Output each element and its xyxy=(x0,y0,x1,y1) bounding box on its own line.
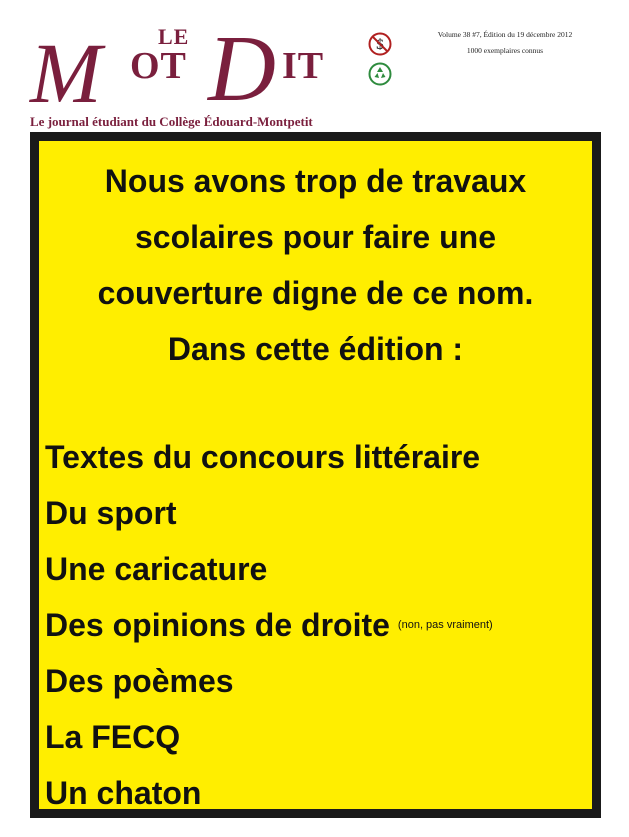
contents-item-text: Du sport xyxy=(45,495,177,531)
contents-item: Textes du concours littéraire xyxy=(45,429,595,485)
contents-item: La FECQ xyxy=(45,709,595,765)
contents-item-text: Des opinions de droite xyxy=(45,607,390,643)
contents-item-text: Textes du concours littéraire xyxy=(45,439,481,475)
dollar-circle-icon: $ xyxy=(368,32,392,56)
masthead: LE M OT D IT Le journal étudiant du Coll… xyxy=(0,0,629,134)
tagline: Le journal étudiant du Collège Édouard-M… xyxy=(30,114,313,129)
contents-item-note: (non, pas vraiment) xyxy=(397,619,493,631)
intro-line: Dans cette édition : xyxy=(167,331,464,367)
logo-it: IT xyxy=(282,45,325,87)
contents-item-text: Des poèmes xyxy=(45,663,234,699)
contents-item: Une caricature xyxy=(45,541,595,597)
newspaper-cover: LE M OT D IT Le journal étudiant du Coll… xyxy=(0,0,629,837)
contents-item: Des opinions de droite (non, pas vraiment… xyxy=(45,597,595,653)
logo-m: M xyxy=(30,25,102,121)
recycle-icon xyxy=(368,62,392,86)
copies-line: 1000 exemplaires connus xyxy=(466,46,544,55)
le-mot-dit-logo: LE M OT D IT xyxy=(30,22,370,117)
edition-info: Volume 38 #7, Édition du 19 décembre 201… xyxy=(410,30,600,55)
edition-line: Volume 38 #7, Édition du 19 décembre 201… xyxy=(437,30,573,39)
contents-item: Un chaton xyxy=(45,765,595,821)
cover-panel: Nous avons trop de travaux scolaires pou… xyxy=(30,132,601,818)
intro-line: scolaires pour faire une xyxy=(134,219,496,255)
intro-line: Nous avons trop de travaux xyxy=(104,163,527,199)
contents-item: Du sport xyxy=(45,485,595,541)
logo-d: D xyxy=(208,17,276,121)
contents-item: Des poèmes xyxy=(45,653,595,709)
contents-item-text: Une caricature xyxy=(45,551,268,587)
logo-ot: OT xyxy=(130,45,187,87)
cover-intro: Nous avons trop de travaux scolaires pou… xyxy=(39,153,592,377)
intro-line: couverture digne de ce nom. xyxy=(97,275,534,311)
contents-item-text: Un chaton xyxy=(45,775,202,811)
contents-item-text: La FECQ xyxy=(45,719,181,755)
contents-list: Textes du concours littéraire Du sport U… xyxy=(45,429,595,821)
